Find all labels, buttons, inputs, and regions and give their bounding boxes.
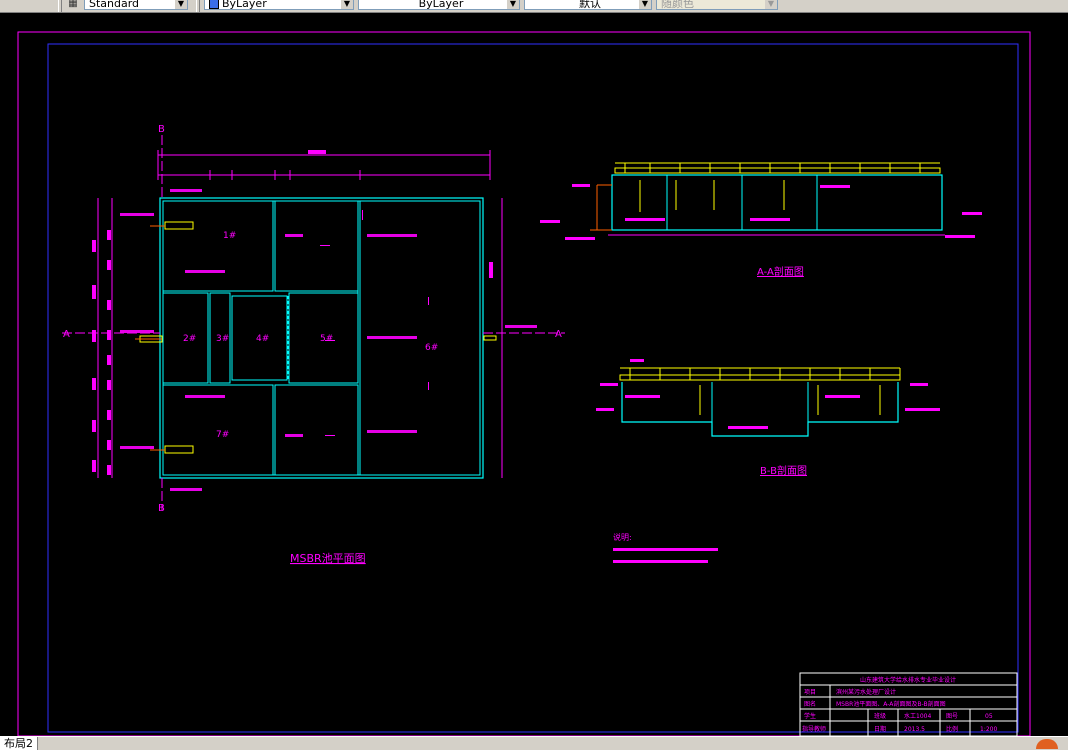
text-style-icon[interactable]: ▦ (66, 0, 80, 10)
chevron-down-icon: ▼ (341, 0, 353, 9)
layout-tab-bar: 布局2 (0, 736, 1068, 750)
title-block-class-value: 水工1004 (904, 712, 931, 720)
color-value: ByLayer (222, 0, 267, 10)
section-bb-title: B-B剖面图 (760, 464, 807, 477)
cell-label-1: 1# (223, 231, 236, 241)
section-aa-view: A-A剖面图 (540, 162, 982, 278)
text-style-value: Standard (89, 0, 140, 10)
notes-heading: 说明: (613, 532, 632, 542)
plotstyle-value: 随颜色 (661, 0, 694, 10)
linetype-select[interactable]: ByLayer ▼ (358, 0, 520, 10)
color-select[interactable]: ByLayer ▼ (204, 0, 354, 10)
section-mark-b-bottom: B (158, 503, 165, 514)
section-mark-a-left: A (63, 329, 70, 340)
section-mark-a-right: A (555, 329, 562, 340)
title-block-drawing-value: MSBR池平面图、A-A剖面图及B-B剖面图 (836, 700, 946, 708)
cell-label-6: 6# (425, 343, 438, 353)
sheet-inner-border (47, 43, 1019, 733)
plan-view: 1# 2# 3# 4# 5# 6# 7# A A B B MSBR池平面图 (62, 124, 565, 565)
section-aa-title: A-A剖面图 (757, 265, 804, 278)
cell-label-2: 2# (183, 334, 196, 344)
title-block-no-label: 图号 (946, 713, 958, 720)
cad-drawing: 1# 2# 3# 4# 5# 6# 7# A A B B MSBR池平面图 A-… (17, 31, 1031, 737)
text-style-select[interactable]: Standard ▼ (84, 0, 188, 10)
chevron-down-icon: ▼ (175, 0, 187, 9)
chevron-down-icon: ▼ (765, 0, 777, 9)
toolbar-grip[interactable] (196, 0, 200, 12)
plan-title: MSBR池平面图 (290, 552, 366, 565)
tab-layout2[interactable]: 布局2 (0, 737, 38, 750)
title-block-scale-label: 比例 (946, 725, 958, 733)
title-block-drawing-label: 图名 (804, 700, 816, 708)
color-swatch-icon (209, 0, 219, 9)
chevron-down-icon: ▼ (639, 0, 651, 9)
title-block-project-value: 滨州某污水处理厂设计 (836, 688, 896, 696)
cell-label-4: 4# (256, 334, 269, 344)
title-block-date-label: 日期 (874, 725, 886, 733)
title-block-class-label: 班级 (874, 712, 886, 720)
lineweight-value: 默认 (579, 0, 601, 10)
drawing-canvas[interactable]: 1# 2# 3# 4# 5# 6# 7# A A B B MSBR池平面图 A-… (0, 12, 1068, 737)
title-block-school: 山东建筑大学给水排水专业毕业设计 (860, 676, 956, 684)
title-block-date-value: 2013.5 (904, 726, 925, 733)
cell-label-7: 7# (216, 430, 229, 440)
section-mark-b-top: B (158, 124, 165, 135)
sheet-outer-border (17, 31, 1031, 737)
cell-label-5: 5# (320, 334, 333, 344)
linetype-value: ByLayer (418, 0, 464, 10)
plotstyle-select: 随颜色 ▼ (656, 0, 778, 10)
title-block-scale-value: 1:200 (980, 726, 997, 733)
cell-label-3: 3# (216, 334, 229, 344)
title-block-teacher-label: 指导教师 (802, 725, 826, 733)
toolbar-grip[interactable] (58, 0, 62, 12)
lineweight-select[interactable]: 默认 ▼ (524, 0, 652, 10)
chevron-down-icon: ▼ (507, 0, 519, 9)
title-block: 山东建筑大学给水排水专业毕业设计 项目 滨州某污水处理厂设计 图名 MSBR池平… (799, 672, 1018, 737)
title-block-student-label: 学生 (804, 712, 816, 720)
orange-indicator-icon (1036, 739, 1058, 749)
notes-block: 说明: (613, 532, 718, 563)
title-block-no-value: 05 (985, 713, 993, 720)
section-bb-view: B-B剖面图 (596, 359, 940, 477)
title-block-project-label: 项目 (804, 689, 816, 696)
